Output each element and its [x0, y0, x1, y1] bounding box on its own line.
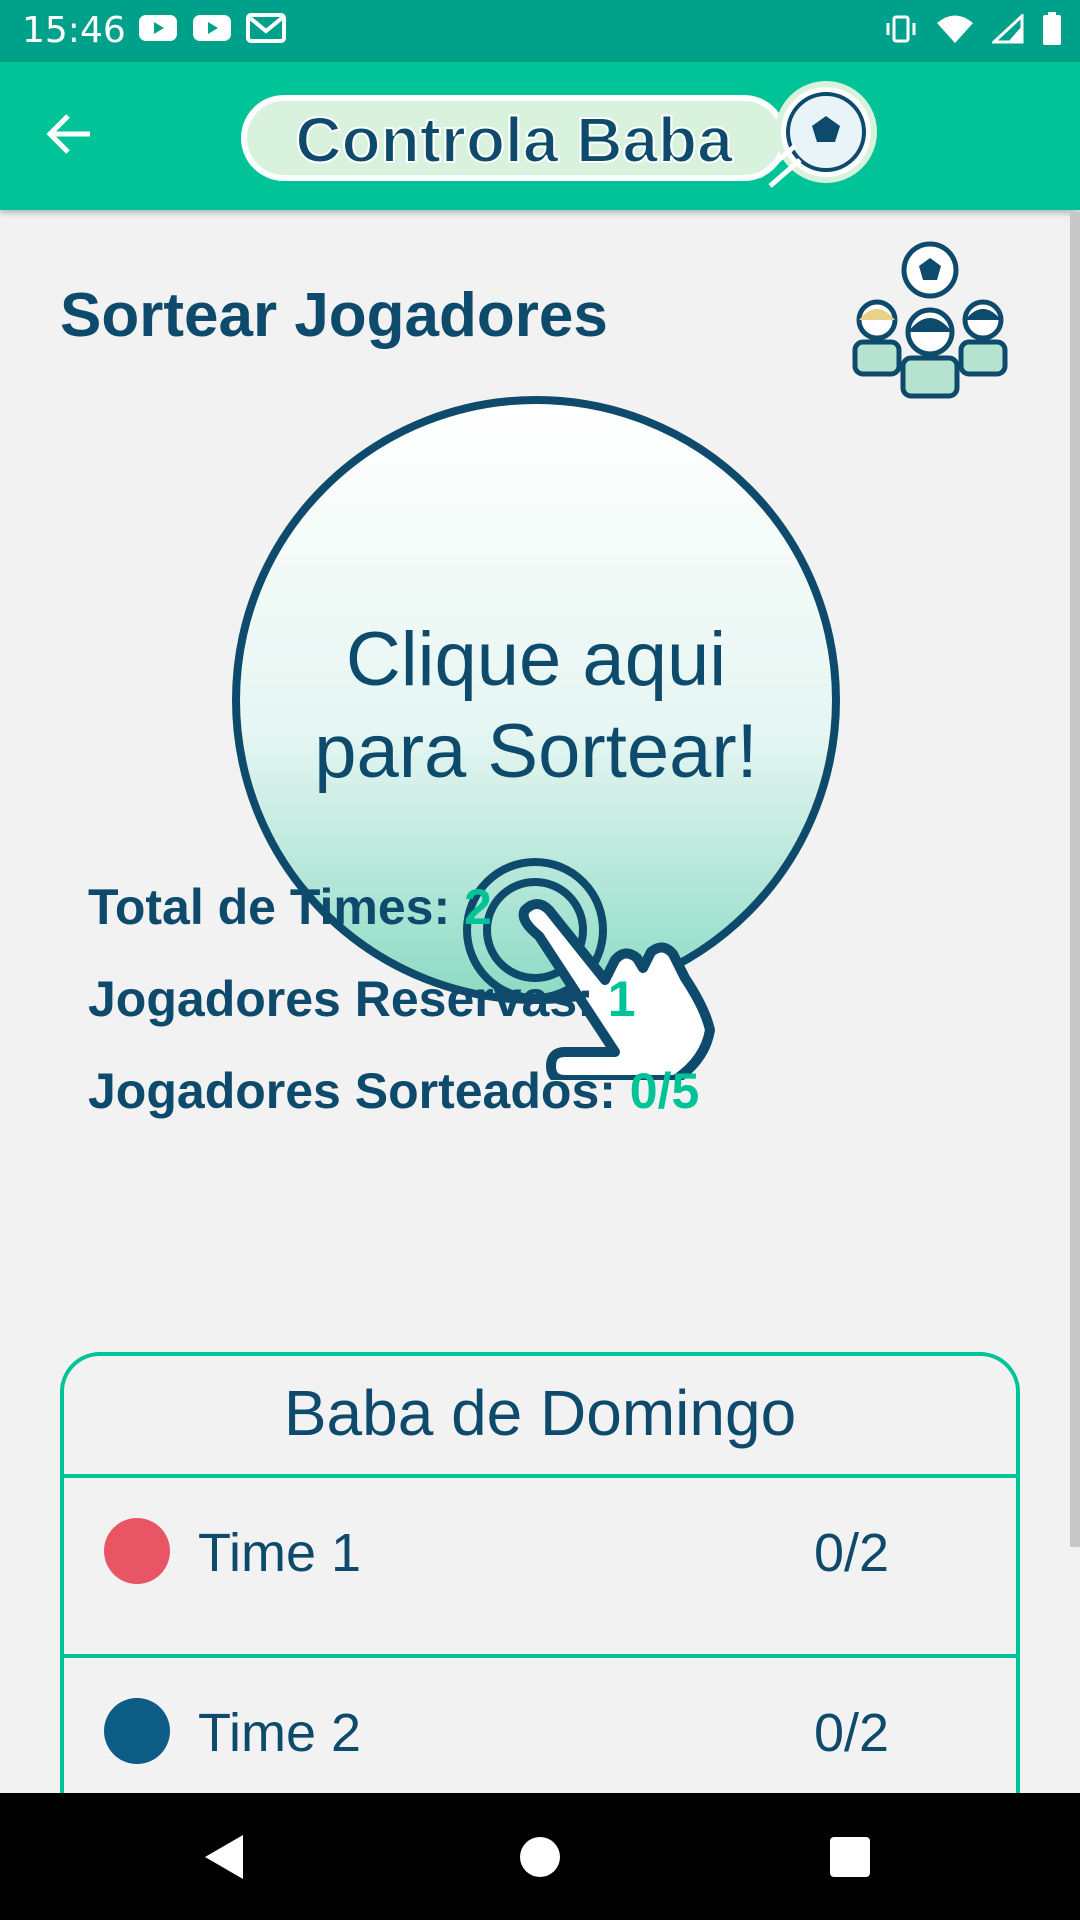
team-color-dot: [104, 1518, 170, 1584]
main-content: Sortear Jogadores Clique aqui para Sorte…: [0, 210, 1080, 1793]
youtube-icon: [193, 15, 231, 41]
team-count: 0/2: [814, 1523, 890, 1583]
reserve-players-stat: Jogadores Reservas: 1: [88, 971, 636, 1027]
page-title: Sortear Jogadores: [60, 281, 608, 350]
team-row[interactable]: Time 1 0/2: [64, 1478, 1016, 1654]
signal-icon: [992, 14, 1024, 44]
team-count: 0/2: [814, 1703, 890, 1763]
vibrate-icon: [886, 15, 916, 43]
nav-home-icon[interactable]: [460, 1793, 620, 1920]
team-color-dot: [104, 1698, 170, 1764]
app-logo: Controla Baba: [241, 81, 877, 188]
team-name: Time 2: [198, 1703, 362, 1763]
system-icons: [884, 12, 1062, 46]
drawn-players-stat: Jogadores Sorteados: 0/5: [88, 1063, 700, 1119]
draw-button-label: Clique aqui para Sortear!: [314, 617, 758, 794]
youtube-icon: [139, 15, 177, 41]
players-icon: [852, 241, 1008, 399]
app-bar: Controla Baba: [0, 62, 1080, 210]
app-title: Controla Baba: [295, 104, 733, 176]
team-row[interactable]: Time 2 0/2: [64, 1658, 1016, 1793]
battery-icon: [1043, 12, 1061, 45]
status-bar: 15:46: [0, 0, 1080, 62]
tap-hand-icon: [463, 858, 715, 1080]
wifi-icon: [937, 15, 973, 43]
nav-recents-icon[interactable]: [770, 1793, 930, 1920]
navigation-bar: [0, 1793, 1080, 1920]
nav-back-icon[interactable]: [145, 1793, 305, 1920]
notification-icons: [138, 12, 286, 44]
gmail-icon: [246, 13, 286, 43]
scrollbar[interactable]: [1070, 212, 1080, 1547]
group-card: Baba de Domingo Time 1 0/2 Time 2 0/2: [60, 1352, 1020, 1793]
group-name: Baba de Domingo: [283, 1377, 797, 1449]
total-teams-stat: Total de Times: 2: [88, 879, 492, 935]
soccer-ball-icon: [758, 81, 877, 188]
team-name: Time 1: [198, 1523, 362, 1583]
back-arrow-icon[interactable]: [40, 104, 100, 164]
status-time: 15:46: [22, 10, 126, 51]
